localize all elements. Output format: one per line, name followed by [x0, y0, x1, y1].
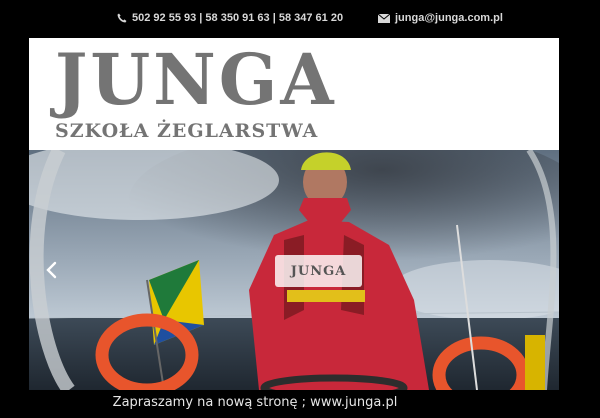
phone-icon [117, 13, 127, 23]
logo-title: JUNGA [55, 38, 337, 121]
slider-prev-button[interactable] [43, 261, 61, 279]
site-header: JUNGA SZKOŁA ŻEGLARSTWA [29, 38, 559, 150]
chevron-left-icon [46, 261, 57, 279]
contact-bar: 502 92 55 93 | 58 350 91 63 | 58 347 61 … [0, 0, 600, 38]
logo-subtitle: SZKOŁA ŻEGLARSTWA [55, 120, 319, 142]
phone-numbers: 502 92 55 93 | 58 350 91 63 | 58 347 61 … [132, 12, 344, 24]
site-logo[interactable]: JUNGA SZKOŁA ŻEGLARSTWA [55, 38, 342, 143]
email-address: junga@junga.com.pl [395, 12, 503, 24]
image-slider[interactable]: JUNGA [29, 150, 559, 390]
announcement-text[interactable]: Zapraszamy na nową stronę ; www.junga.pl [113, 395, 398, 410]
email-link[interactable]: junga@junga.com.pl [378, 12, 503, 24]
phone-link[interactable]: 502 92 55 93 | 58 350 91 63 | 58 347 61 … [117, 12, 343, 24]
slide-badge[interactable]: JUNGA [275, 255, 362, 287]
announcement-caption: Zapraszamy na nową stronę ; www.junga.pl [0, 395, 600, 415]
envelope-icon [378, 13, 390, 23]
